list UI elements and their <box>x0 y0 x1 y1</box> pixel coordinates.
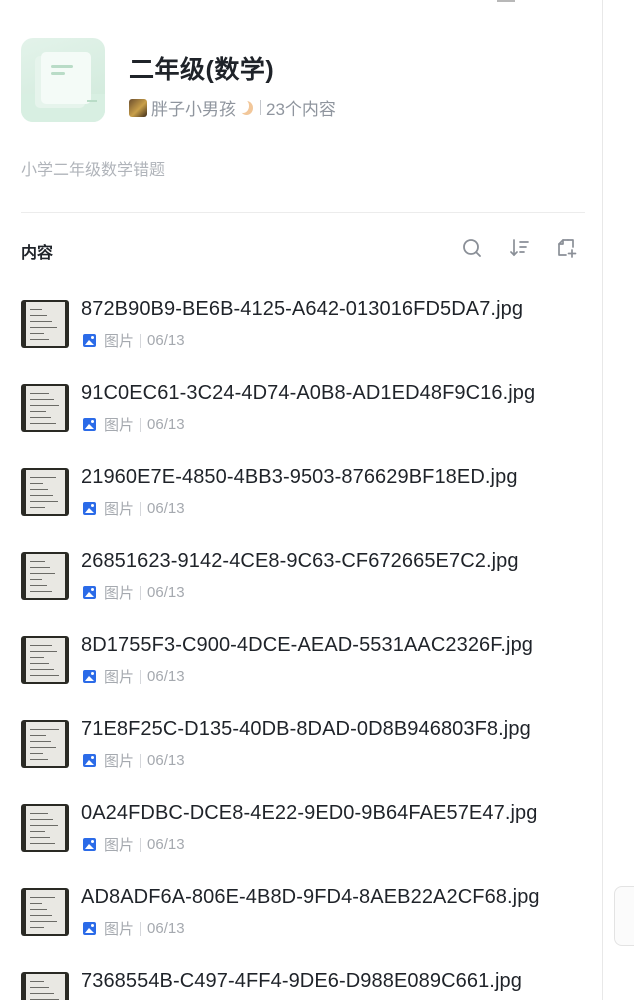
item-date: 06/13 <box>147 752 185 769</box>
item-date: 06/13 <box>147 584 185 601</box>
list-item[interactable]: 7368554B-C497-4FF4-9DE6-D988E089C661.jpg… <box>21 964 591 1000</box>
item-meta: 图片 06/13 <box>83 750 185 771</box>
image-type-icon <box>83 922 96 935</box>
top-handle <box>497 0 515 2</box>
item-type: 图片 <box>104 669 135 686</box>
item-type: 图片 <box>104 921 135 938</box>
meta-separator <box>140 837 142 852</box>
content-section-label: 内容 <box>21 245 54 262</box>
file-name[interactable]: 7368554B-C497-4FF4-9DE6-D988E089C661.jpg <box>81 970 522 993</box>
image-thumbnail[interactable] <box>21 888 69 936</box>
item-date: 06/13 <box>147 416 185 433</box>
collection-header: 二年级(数学) 胖子小男孩 23个内容 <box>21 38 586 126</box>
image-thumbnail[interactable] <box>21 384 69 432</box>
item-meta: 图片 06/13 <box>83 582 185 603</box>
image-type-icon <box>83 418 96 431</box>
file-name[interactable]: AD8ADF6A-806E-4B8D-9FD4-8AEB22A2CF68.jpg <box>81 886 540 909</box>
item-date: 06/13 <box>147 836 185 853</box>
file-name[interactable]: 0A24FDBC-DCE8-4E22-9ED0-9B64FAE57E47.jpg <box>81 802 537 825</box>
image-thumbnail[interactable] <box>21 636 69 684</box>
collection-panel: 二年级(数学) 胖子小男孩 23个内容 小学二年级数学错题 内容 872B90B… <box>0 0 603 1000</box>
author-name[interactable]: 胖子小男孩 <box>151 95 236 120</box>
item-meta: 图片 06/13 <box>83 330 185 351</box>
file-name[interactable]: 71E8F25C-D135-40DB-8DAD-0D8B946803F8.jpg <box>81 718 531 741</box>
item-type: 图片 <box>104 417 135 434</box>
item-meta: 图片 06/13 <box>83 414 185 435</box>
image-type-icon <box>83 334 96 347</box>
meta-separator <box>140 753 142 768</box>
meta-separator <box>140 921 142 936</box>
meta-separator <box>140 417 142 432</box>
moon-emoji-icon <box>237 98 253 116</box>
item-date: 06/13 <box>147 920 185 937</box>
image-thumbnail[interactable] <box>21 720 69 768</box>
list-item[interactable]: AD8ADF6A-806E-4B8D-9FD4-8AEB22A2CF68.jpg… <box>21 880 591 964</box>
item-type: 图片 <box>104 501 135 518</box>
collection-title: 二年级(数学) <box>129 56 275 84</box>
item-meta: 图片 06/13 <box>83 666 185 687</box>
item-count: 23个内容 <box>266 100 336 119</box>
file-name[interactable]: 8D1755F3-C900-4DCE-AEAD-5531AAC2326F.jpg <box>81 634 533 657</box>
meta-separator <box>260 100 261 115</box>
meta-separator <box>140 333 142 348</box>
sort-icon[interactable] <box>508 236 532 260</box>
list-item[interactable]: 71E8F25C-D135-40DB-8DAD-0D8B946803F8.jpg… <box>21 712 591 796</box>
list-item[interactable]: 91C0EC61-3C24-4D74-A0B8-AD1ED48F9C16.jpg… <box>21 376 591 460</box>
image-thumbnail[interactable] <box>21 804 69 852</box>
file-name[interactable]: 872B90B9-BE6B-4125-A642-013016FD5DA7.jpg <box>81 298 523 321</box>
file-name[interactable]: 26851623-9142-4CE8-9C63-CF672665E7C2.jpg <box>81 550 519 573</box>
item-type: 图片 <box>104 585 135 602</box>
collection-meta: 胖子小男孩 23个内容 <box>129 95 336 120</box>
image-thumbnail[interactable] <box>21 300 69 348</box>
image-type-icon <box>83 502 96 515</box>
image-type-icon <box>83 754 96 767</box>
file-name[interactable]: 91C0EC61-3C24-4D74-A0B8-AD1ED48F9C16.jpg <box>81 382 535 405</box>
item-meta: 图片 06/13 <box>83 498 185 519</box>
document-stack-icon <box>21 38 105 122</box>
image-thumbnail[interactable] <box>21 468 69 516</box>
add-content-icon[interactable] <box>555 236 579 260</box>
meta-separator <box>140 585 142 600</box>
item-type: 图片 <box>104 753 135 770</box>
image-type-icon <box>83 838 96 851</box>
image-type-icon <box>83 670 96 683</box>
item-type: 图片 <box>104 837 135 854</box>
meta-separator <box>140 669 142 684</box>
side-margin <box>603 0 634 1000</box>
image-thumbnail[interactable] <box>21 972 69 1000</box>
header-divider <box>21 212 585 213</box>
search-icon[interactable] <box>460 236 484 260</box>
list-item[interactable]: 0A24FDBC-DCE8-4E22-9ED0-9B64FAE57E47.jpg… <box>21 796 591 880</box>
file-name[interactable]: 21960E7E-4850-4BB3-9503-876629BF18ED.jpg <box>81 466 518 489</box>
list-item[interactable]: 26851623-9142-4CE8-9C63-CF672665E7C2.jpg… <box>21 544 591 628</box>
author-avatar[interactable] <box>129 98 147 117</box>
collection-description: 小学二年级数学错题 <box>21 162 166 179</box>
item-meta: 图片 06/13 <box>83 834 185 855</box>
item-meta: 图片 06/13 <box>83 918 185 939</box>
image-thumbnail[interactable] <box>21 552 69 600</box>
meta-separator <box>140 501 142 516</box>
list-item[interactable]: 872B90B9-BE6B-4125-A642-013016FD5DA7.jpg… <box>21 292 591 376</box>
item-date: 06/13 <box>147 332 185 349</box>
side-drawer-handle[interactable] <box>614 886 634 946</box>
content-list: 872B90B9-BE6B-4125-A642-013016FD5DA7.jpg… <box>21 292 591 1000</box>
item-date: 06/13 <box>147 500 185 517</box>
image-type-icon <box>83 586 96 599</box>
list-item[interactable]: 8D1755F3-C900-4DCE-AEAD-5531AAC2326F.jpg… <box>21 628 591 712</box>
list-item[interactable]: 21960E7E-4850-4BB3-9503-876629BF18ED.jpg… <box>21 460 591 544</box>
item-date: 06/13 <box>147 668 185 685</box>
item-type: 图片 <box>104 333 135 350</box>
